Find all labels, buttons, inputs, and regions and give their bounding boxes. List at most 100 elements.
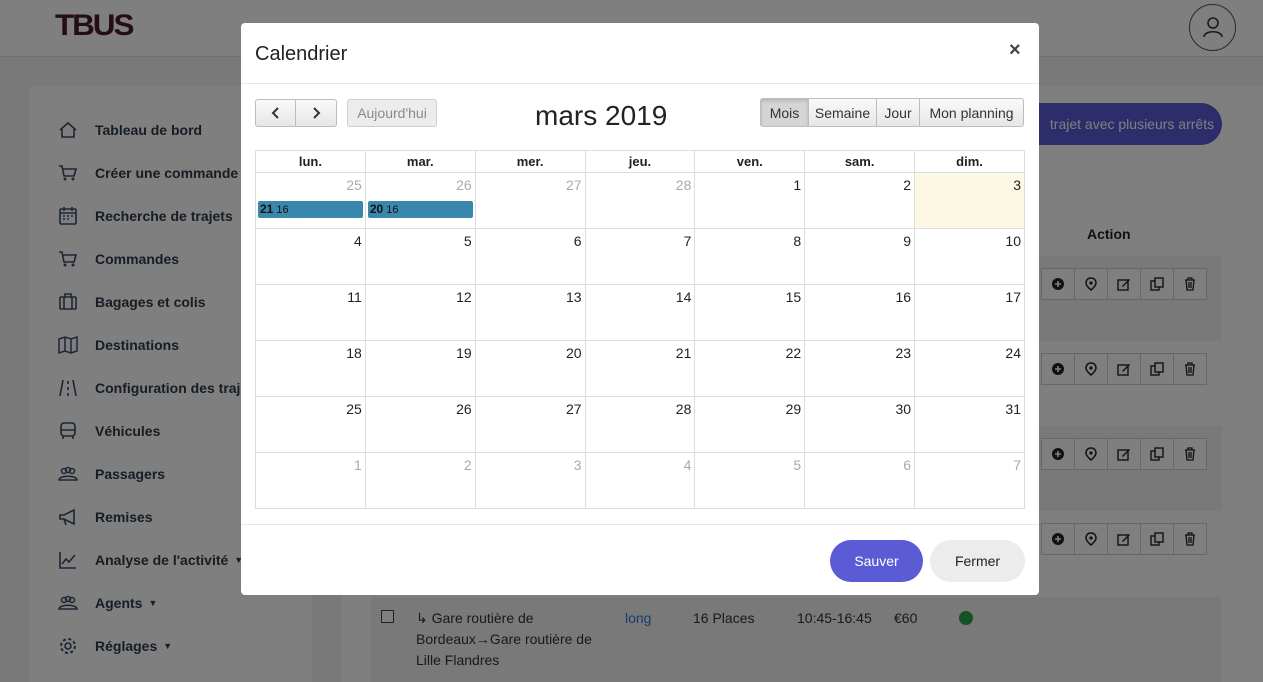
day-cell[interactable]: 29	[694, 396, 806, 453]
week-row: 11 12 13 14 15 16 17	[255, 284, 1025, 341]
day-cell[interactable]: 21	[584, 340, 696, 397]
calendar-event[interactable]: 21 16	[258, 201, 363, 218]
day-cell[interactable]: 25 21 16	[255, 172, 366, 229]
day-number: 16	[895, 289, 912, 305]
day-cell[interactable]: 15	[694, 284, 806, 341]
day-number: 15	[785, 289, 802, 305]
day-cell[interactable]: 4	[584, 452, 696, 509]
day-cell[interactable]: 27	[474, 396, 586, 453]
close-icon[interactable]: ×	[1009, 39, 1021, 62]
week-row: 18 19 20 21 22 23 24	[255, 340, 1025, 397]
day-cell[interactable]: 11	[255, 284, 366, 341]
day-cell[interactable]: 9	[804, 228, 916, 285]
weekday-header: mer.	[474, 150, 586, 173]
day-cell[interactable]: 12	[364, 284, 476, 341]
calendar-modal: Calendrier × Aujourd'hui mars 2019 Mois S…	[241, 23, 1039, 595]
day-cell[interactable]: 23	[804, 340, 916, 397]
day-number: 26	[456, 401, 472, 417]
prev-month-button[interactable]	[255, 99, 296, 127]
day-cell[interactable]: 26	[364, 396, 476, 453]
calendar-nav	[255, 99, 337, 127]
day-number: 20	[565, 345, 582, 361]
week-row: 1 2 3 4 5 6 7	[255, 452, 1025, 509]
weekday-header: ven.	[694, 150, 806, 173]
day-number: 19	[456, 345, 472, 361]
day-cell[interactable]: 24	[914, 340, 1025, 397]
day-cell[interactable]: 6	[804, 452, 916, 509]
close-button[interactable]: Fermer	[930, 540, 1025, 582]
day-cell[interactable]: 5	[694, 452, 806, 509]
day-number: 1	[354, 457, 362, 473]
day-cell[interactable]: 18	[255, 340, 366, 397]
day-number: 10	[1005, 233, 1021, 249]
day-cell[interactable]: 7	[584, 228, 696, 285]
day-number: 21	[675, 345, 692, 361]
day-number: 28	[675, 401, 692, 417]
day-number: 3	[573, 457, 582, 473]
day-cell[interactable]: 6	[474, 228, 586, 285]
next-month-button[interactable]	[296, 99, 337, 127]
day-cell[interactable]: 26 20 16	[364, 172, 476, 229]
day-number: 22	[785, 345, 802, 361]
day-cell[interactable]: 10	[914, 228, 1025, 285]
event-title: 16	[276, 204, 289, 216]
day-number: 4	[683, 457, 692, 473]
day-cell[interactable]: 19	[364, 340, 476, 397]
event-time: 20	[369, 202, 384, 216]
day-cell[interactable]: 17	[914, 284, 1025, 341]
day-cell[interactable]: 22	[694, 340, 806, 397]
day-number: 28	[675, 177, 692, 193]
day-cell[interactable]: 3	[474, 452, 586, 509]
weekday-header: dim.	[914, 150, 1025, 173]
day-number: 11	[347, 289, 362, 305]
day-cell[interactable]: 4	[255, 228, 366, 285]
today-button[interactable]: Aujourd'hui	[347, 99, 437, 127]
day-number: 23	[895, 345, 912, 361]
view-button[interactable]: Jour	[876, 98, 920, 127]
day-number: 2	[903, 177, 912, 193]
day-number: 24	[1005, 345, 1021, 361]
day-number: 7	[1013, 457, 1021, 473]
week-row: 25 26 27 28 29 30 31	[255, 396, 1025, 453]
day-cell[interactable]: 1	[694, 172, 806, 229]
day-number: 27	[565, 401, 582, 417]
day-number: 7	[683, 233, 692, 249]
day-number: 25	[346, 177, 362, 193]
day-number: 31	[1005, 401, 1021, 417]
day-cell[interactable]: 27	[474, 172, 586, 229]
calendar-event[interactable]: 20 16	[367, 201, 473, 218]
chevron-left-icon	[271, 107, 279, 119]
day-cell[interactable]: 2	[804, 172, 916, 229]
day-number: 5	[463, 233, 472, 249]
day-cell[interactable]: 30	[804, 396, 916, 453]
day-cell[interactable]: 7	[914, 452, 1025, 509]
day-cell[interactable]: 16	[804, 284, 916, 341]
day-cell[interactable]: 14	[584, 284, 696, 341]
day-number: 9	[903, 233, 912, 249]
view-button[interactable]: Mois	[760, 98, 809, 127]
day-cell[interactable]: 1	[255, 452, 366, 509]
weekday-header: mar.	[364, 150, 476, 173]
day-number: 27	[565, 177, 582, 193]
save-button[interactable]: Sauver	[830, 540, 923, 582]
day-number: 18	[346, 345, 362, 361]
day-cell[interactable]: 28	[584, 396, 696, 453]
day-cell[interactable]: 20	[474, 340, 586, 397]
day-cell[interactable]: 13	[474, 284, 586, 341]
day-cell[interactable]: 2	[364, 452, 476, 509]
day-cell[interactable]: 5	[364, 228, 476, 285]
day-cell[interactable]: 8	[694, 228, 806, 285]
modal-title: Calendrier	[255, 43, 348, 65]
day-cell[interactable]: 3	[914, 172, 1025, 229]
day-cell[interactable]: 31	[914, 396, 1025, 453]
day-number: 13	[565, 289, 582, 305]
day-cell[interactable]: 25	[255, 396, 366, 453]
day-number: 30	[895, 401, 912, 417]
modal-header: Calendrier ×	[241, 23, 1039, 84]
day-number: 14	[675, 289, 692, 305]
weekday-header: jeu.	[584, 150, 696, 173]
view-button[interactable]: Semaine	[808, 98, 877, 127]
view-button[interactable]: Mon planning	[919, 98, 1024, 127]
day-cell[interactable]: 28	[584, 172, 696, 229]
week-row: 4 5 6 7 8 9 10	[255, 228, 1025, 285]
